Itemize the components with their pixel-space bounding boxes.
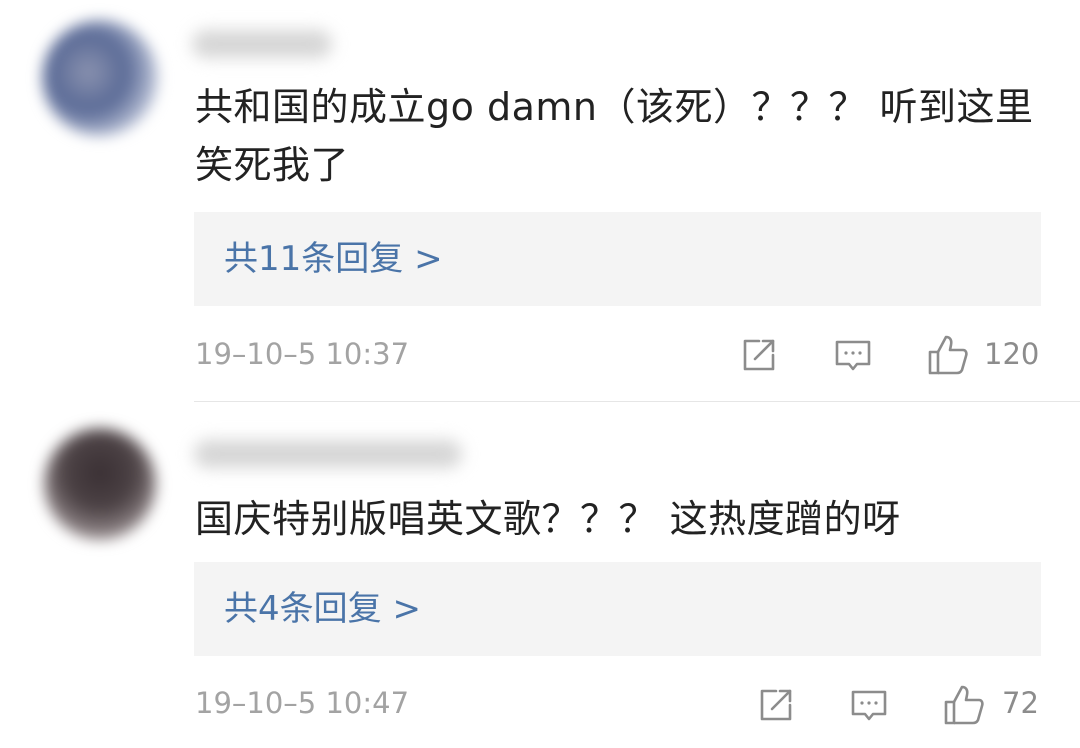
- comment-item: 国庆特别版唱英文歌？？？ 这热度蹭的呀 共4条回复 > 19–10–5 10:4…: [0, 402, 1080, 748]
- timestamp: 19–10–5 10:37: [195, 337, 410, 371]
- username-blurred[interactable]: [194, 440, 462, 468]
- comment-icon[interactable]: [833, 335, 873, 375]
- thumbs-up-icon[interactable]: [942, 683, 986, 727]
- comment-text: 国庆特别版唱英文歌？？？ 这热度蹭的呀: [195, 497, 901, 541]
- like-count: 120: [984, 337, 1040, 371]
- thumbs-up-icon[interactable]: [926, 333, 970, 377]
- comment-item: 共和国的成立go damn（该死）？？？ 听到这里笑死我了 共11条回复 > 1…: [0, 0, 1080, 400]
- username-blurred[interactable]: [192, 30, 332, 58]
- like-count: 72: [1002, 686, 1039, 720]
- avatar[interactable]: [44, 428, 156, 540]
- share-icon[interactable]: [756, 685, 796, 725]
- share-icon[interactable]: [739, 335, 779, 375]
- avatar[interactable]: [42, 20, 158, 136]
- view-replies-link[interactable]: 共4条回复 >: [224, 586, 421, 632]
- replies-box[interactable]: 共4条回复 >: [194, 562, 1041, 656]
- comment-icon[interactable]: [849, 685, 889, 725]
- comment-text: 共和国的成立go damn（该死）？？？ 听到这里笑死我了: [195, 85, 1034, 187]
- view-replies-link[interactable]: 共11条回复 >: [224, 236, 443, 282]
- replies-box[interactable]: 共11条回复 >: [194, 212, 1041, 306]
- timestamp: 19–10–5 10:47: [195, 686, 410, 720]
